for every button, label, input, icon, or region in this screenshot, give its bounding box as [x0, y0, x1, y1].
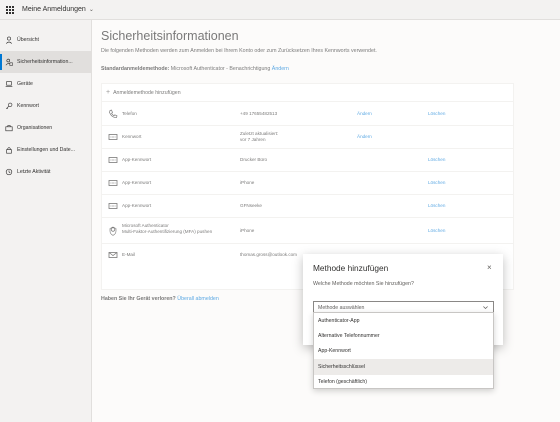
sidebar-item-label: Letzte Aktivität	[17, 169, 51, 175]
person-icon	[5, 36, 13, 44]
top-bar: Meine Anmeldungen ⌄	[0, 0, 560, 20]
option-alternate-phone[interactable]: Alternative Telefonnummer	[314, 328, 493, 343]
sidebar-item-label: Übersicht	[17, 37, 39, 43]
sidebar-item-organizations[interactable]: Organisationen	[0, 117, 91, 139]
sidebar-item-settings-privacy[interactable]: Einstellungen und Date...	[0, 139, 91, 161]
chevron-down-icon	[482, 304, 489, 311]
dialog-title: Methode hinzufügen	[313, 263, 389, 273]
security-info-icon	[5, 58, 13, 66]
close-icon[interactable]: ×	[487, 263, 492, 272]
option-security-key[interactable]: Sicherheitsschlüssel	[314, 359, 493, 375]
app-title[interactable]: Meine Anmeldungen	[22, 6, 86, 13]
sidebar: Übersicht Sicherheitsinformation... Gerä…	[0, 20, 92, 422]
sidebar-item-label: Sicherheitsinformation...	[17, 59, 73, 65]
history-icon	[5, 168, 13, 176]
settings-lock-icon	[5, 146, 13, 154]
chevron-down-icon[interactable]: ⌄	[89, 6, 94, 13]
briefcase-icon	[5, 124, 13, 132]
sidebar-item-label: Organisationen	[17, 125, 53, 131]
option-app-password[interactable]: App-Kennwort	[314, 344, 493, 359]
method-dropdown-list: Authenticator-App Alternative Telefonnum…	[313, 312, 494, 389]
sidebar-item-recent-activity[interactable]: Letzte Aktivität	[0, 161, 91, 183]
sidebar-item-label: Geräte	[17, 81, 33, 87]
dialog-question: Welche Methode möchten Sie hinzufügen?	[313, 281, 414, 287]
sidebar-item-devices[interactable]: Geräte	[0, 73, 91, 95]
sidebar-item-password[interactable]: Kennwort	[0, 95, 91, 117]
option-authenticator-app[interactable]: Authenticator-App	[314, 313, 493, 328]
key-icon	[5, 102, 13, 110]
option-office-phone[interactable]: Telefon (geschäftlich)	[314, 375, 493, 390]
sidebar-item-security-info[interactable]: Sicherheitsinformation...	[0, 51, 91, 73]
app-launcher-icon[interactable]	[0, 0, 20, 20]
sidebar-item-overview[interactable]: Übersicht	[0, 29, 91, 51]
sidebar-item-label: Kennwort	[17, 103, 39, 109]
sidebar-item-label: Einstellungen und Date...	[17, 147, 75, 153]
laptop-icon	[5, 80, 13, 88]
method-select-value: Methode auswählen	[318, 304, 365, 311]
